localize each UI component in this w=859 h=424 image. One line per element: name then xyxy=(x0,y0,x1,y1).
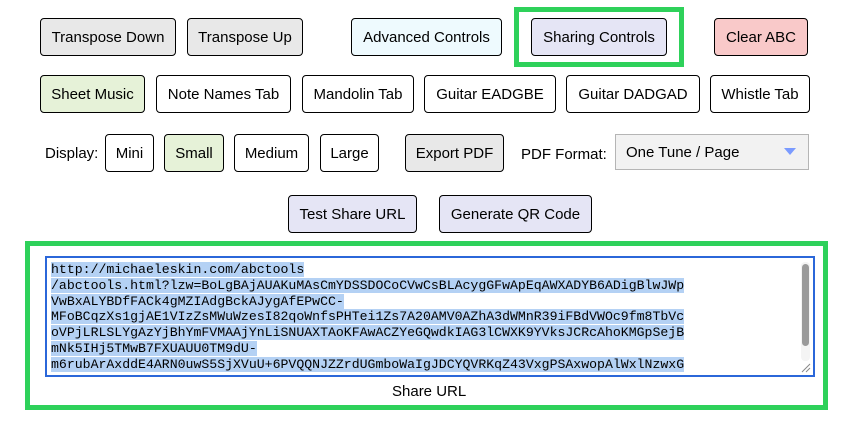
note-names-tab-button[interactable]: Note Names Tab xyxy=(156,75,291,113)
clear-abc-button[interactable]: Clear ABC xyxy=(714,18,808,56)
generate-qr-code-button[interactable]: Generate QR Code xyxy=(439,195,592,233)
transpose-up-button[interactable]: Transpose Up xyxy=(187,18,303,56)
share-url-label: Share URL xyxy=(392,383,467,400)
display-large-button[interactable]: Large xyxy=(320,134,379,172)
share-url-textarea[interactable]: http://michaeleskin.com/abctools /abctoo… xyxy=(45,256,815,377)
whistle-tab-button[interactable]: Whistle Tab xyxy=(710,75,810,113)
display-label: Display: xyxy=(45,145,99,162)
scrollbar-thumb[interactable] xyxy=(802,264,809,346)
pdf-format-select[interactable]: One Tune / Page xyxy=(615,134,809,170)
chevron-down-icon xyxy=(784,148,796,155)
pdf-format-value: One Tune / Page xyxy=(626,143,740,161)
transpose-down-button[interactable]: Transpose Down xyxy=(40,18,176,56)
display-medium-button[interactable]: Medium xyxy=(234,134,309,172)
guitar-eadgbe-button[interactable]: Guitar EADGBE xyxy=(424,75,556,113)
sheet-music-button[interactable]: Sheet Music xyxy=(40,75,145,113)
export-pdf-button[interactable]: Export PDF xyxy=(405,134,504,172)
guitar-dadgad-button[interactable]: Guitar DADGAD xyxy=(566,75,700,113)
share-url-text: http://michaeleskin.com/abctools /abctoo… xyxy=(51,262,685,372)
textarea-scrollbar[interactable] xyxy=(801,262,810,361)
mandolin-tab-button[interactable]: Mandolin Tab xyxy=(302,75,414,113)
pdf-format-label: PDF Format: xyxy=(521,146,607,163)
sharing-controls-button[interactable]: Sharing Controls xyxy=(531,18,667,56)
display-mini-button[interactable]: Mini xyxy=(105,134,154,172)
display-small-button[interactable]: Small xyxy=(164,134,224,172)
resize-handle-icon[interactable] xyxy=(801,363,811,373)
advanced-controls-button[interactable]: Advanced Controls xyxy=(351,18,502,56)
test-share-url-button[interactable]: Test Share URL xyxy=(288,195,417,233)
